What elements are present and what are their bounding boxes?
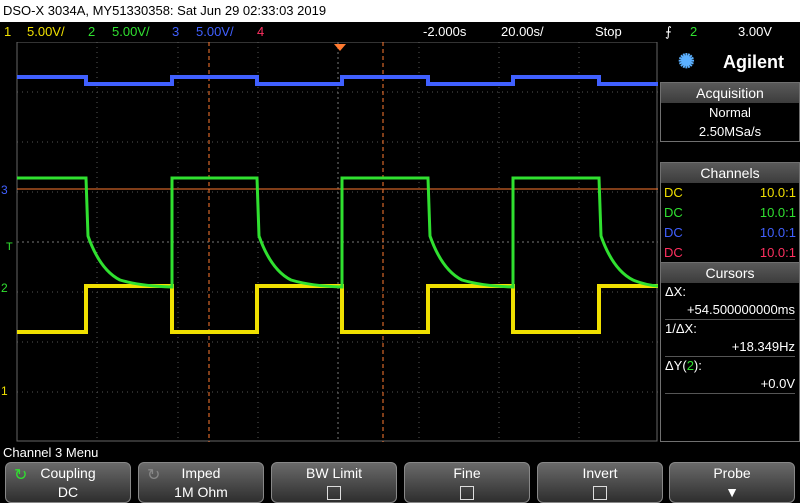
timebase-value[interactable]: 20.00s/ [501,22,544,42]
trigger-edge-icon: ⨍ [665,24,672,39]
trigger-level-marker[interactable]: T [6,241,13,253]
trigger-position-marker [334,44,346,51]
inv-dx-label: 1/ΔX: [665,321,697,336]
dx-value: +54.500000000ms [665,301,795,320]
ch3-scale[interactable]: 5.00V/ [196,22,234,42]
window-title: DSO-X 3034A, MY51330358: Sat Jun 29 02:3… [0,0,800,22]
ch1-coupling: DC [664,185,683,200]
channel-row-3: DC 10.0:1 [661,223,799,243]
softkey-coupling[interactable]: ↻ Coupling DC [5,462,131,503]
dy-value: +0.0V [665,375,795,394]
bw-limit-checkbox[interactable] [327,486,341,500]
ch4-number[interactable]: 4 [257,22,264,42]
ch2-number[interactable]: 2 [88,22,95,42]
brand-box: ✺ Agilent [660,46,798,78]
softkey-fine[interactable]: Fine [404,462,530,503]
channel-row-2: DC 10.0:1 [661,203,799,223]
cursors-box[interactable]: Cursors ΔX: +54.500000000ms 1/ΔX: +18.34… [660,262,800,442]
dx-label: ΔX: [665,284,686,299]
cursors-header: Cursors [661,263,799,283]
ch2-coupling: DC [664,205,683,220]
menu-title: Channel 3 Menu [3,445,99,460]
agilent-logo-icon: ✺ [678,51,695,73]
ch3-number[interactable]: 3 [172,22,179,42]
submenu-arrow-icon: ▼ [725,484,739,500]
fine-checkbox[interactable] [460,486,474,500]
status-bar: 1 5.00V/ 2 5.00V/ 3 5.00V/ 4 -2.000s 20.… [0,22,800,42]
rotate-knob-icon: ↻ [14,467,28,484]
ch4-coupling: DC [664,245,683,260]
ch3-marker[interactable]: 3 [1,183,8,197]
softkey-imped[interactable]: ↻ Imped 1M Ohm [138,462,264,503]
rotate-knob-icon: ↻ [147,467,161,484]
trigger-source[interactable]: 2 [690,22,697,42]
acquisition-box[interactable]: Acquisition Normal 2.50MSa/s [660,82,800,142]
waveform-display[interactable]: 3 T 2 1 [0,41,659,442]
softkey-probe[interactable]: Probe ▼ [669,462,795,503]
acquisition-mode: Normal [709,105,751,120]
sample-rate: 2.50MSa/s [698,124,762,139]
acquisition-header: Acquisition [661,83,799,103]
ch3-probe: 10.0:1 [759,225,796,240]
trigger-level[interactable]: 3.00V [738,22,772,42]
ch3-coupling: DC [664,225,683,240]
ch1-number[interactable]: 1 [4,22,11,42]
ch2-scale[interactable]: 5.00V/ [112,22,150,42]
channel-row-1: DC 10.0:1 [661,183,799,203]
info-panel: ✺ Agilent Acquisition Normal 2.50MSa/s C… [660,46,800,442]
graticule-center [17,42,658,442]
channels-header: Channels [661,163,799,183]
invert-checkbox[interactable] [593,486,607,500]
ch2-probe: 10.0:1 [759,205,796,220]
dy-label: ΔY(2): [665,358,702,373]
inv-dx-value: +18.349Hz [665,338,795,357]
ch1-probe: 10.0:1 [759,185,796,200]
run-state[interactable]: Stop [595,22,622,42]
brand-name: Agilent [723,52,784,72]
ch2-marker[interactable]: 2 [1,281,8,295]
waveform-svg: 3 T 2 1 [1,41,659,442]
channels-box[interactable]: Channels DC 10.0:1 DC 10.0:1 DC 10.0:1 D… [660,162,800,264]
softkey-invert[interactable]: Invert [537,462,663,503]
delay-value[interactable]: -2.000s [423,22,466,42]
softkey-bar: ↻ Coupling DC ↻ Imped 1M Ohm BW Limit Fine… [0,462,800,503]
ch4-probe: 10.0:1 [759,245,796,260]
ch1-scale[interactable]: 5.00V/ [27,22,65,42]
softkey-bw-limit[interactable]: BW Limit [271,462,397,503]
channel-row-4: DC 10.0:1 [661,243,799,263]
ch1-marker[interactable]: 1 [1,384,8,398]
